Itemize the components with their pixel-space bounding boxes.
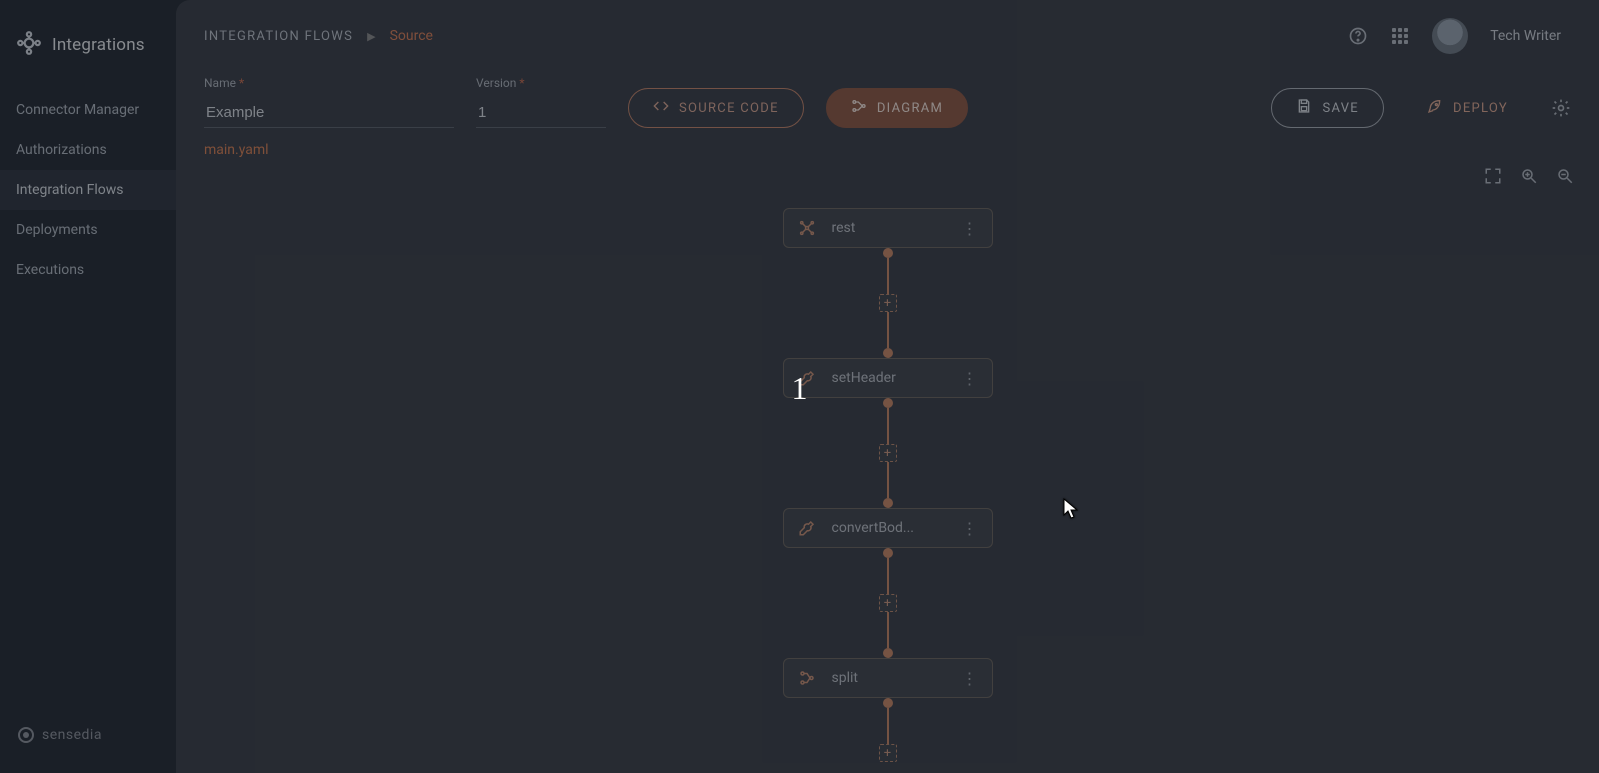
source-code-button[interactable]: SOURCE CODE (628, 88, 804, 128)
file-tab-label: main.yaml (204, 142, 269, 158)
flow-connector (887, 612, 889, 648)
flow-port[interactable] (883, 548, 893, 558)
wrench-icon (798, 369, 816, 387)
flow: rest ⋮ + setHeader ⋮ + (783, 208, 993, 762)
help-icon[interactable] (1348, 26, 1368, 46)
sidebar: Integrations Connector Manager Authoriza… (0, 0, 176, 773)
save-button[interactable]: SAVE (1271, 88, 1384, 128)
breadcrumb-root[interactable]: INTEGRATION FLOWS (204, 29, 353, 44)
flow-connector (887, 462, 889, 498)
app-root: Integrations Connector Manager Authoriza… (0, 0, 1599, 773)
code-icon (653, 98, 669, 118)
chevron-right-icon: ▶ (367, 30, 375, 43)
name-field: Name* (204, 76, 454, 128)
add-step-button[interactable]: + (879, 594, 897, 612)
version-input[interactable] (476, 98, 606, 128)
deploy-button[interactable]: DEPLOY (1402, 88, 1533, 128)
wrench-icon (798, 519, 816, 537)
sidebar-item-label: Authorizations (16, 142, 107, 158)
form-row-right: SAVE DEPLOY (1271, 88, 1571, 128)
flow-node-split[interactable]: split ⋮ (783, 658, 993, 698)
sidebar-item-label: Connector Manager (16, 102, 139, 118)
flow-port[interactable] (883, 698, 893, 708)
product-logo: Integrations (0, 20, 176, 90)
flow-connector (887, 708, 889, 744)
flow-port[interactable] (883, 498, 893, 508)
file-tab[interactable]: main.yaml (176, 128, 1599, 158)
add-step-button[interactable]: + (879, 294, 897, 312)
zoom-out-icon[interactable] (1555, 166, 1575, 186)
save-icon (1296, 98, 1312, 118)
diagram-canvas[interactable]: rest ⋮ + setHeader ⋮ + (176, 158, 1599, 773)
flow-connector (887, 258, 889, 294)
add-step-button[interactable]: + (879, 444, 897, 462)
sidebar-item-authorizations[interactable]: Authorizations (0, 130, 176, 170)
topbar: INTEGRATION FLOWS ▶ Source Tech Writer (176, 0, 1599, 54)
flow-node-label: split (826, 670, 948, 686)
version-field: Version* (476, 76, 606, 128)
sidebar-footer-brand: sensedia (0, 713, 176, 773)
deploy-icon (1427, 98, 1443, 118)
add-step-button[interactable]: + (879, 744, 897, 762)
flow-node-label: convertBod... (826, 520, 948, 536)
flow-connector (887, 558, 889, 594)
flow-port[interactable] (883, 398, 893, 408)
brand-text: sensedia (42, 727, 102, 743)
flow-port[interactable] (883, 248, 893, 258)
version-label: Version* (476, 76, 606, 90)
diagram-icon (851, 98, 867, 118)
flow-node-setheader[interactable]: setHeader ⋮ (783, 358, 993, 398)
breadcrumb-current: Source (390, 28, 433, 44)
logo-icon (16, 30, 42, 60)
canvas-tools (1483, 166, 1575, 186)
flow-node-rest[interactable]: rest ⋮ (783, 208, 993, 248)
sidebar-item-executions[interactable]: Executions (0, 250, 176, 290)
flow-port[interactable] (883, 648, 893, 658)
save-label: SAVE (1322, 101, 1359, 116)
sidebar-item-label: Integration Flows (16, 182, 124, 198)
diagram-button[interactable]: DIAGRAM (826, 88, 968, 128)
product-name: Integrations (52, 35, 145, 55)
main-panel: INTEGRATION FLOWS ▶ Source Tech Writer N… (176, 0, 1599, 773)
apps-icon[interactable] (1390, 26, 1410, 46)
username: Tech Writer (1490, 28, 1561, 44)
kebab-menu-icon[interactable]: ⋮ (958, 519, 982, 538)
name-label: Name* (204, 76, 454, 90)
zoom-in-icon[interactable] (1519, 166, 1539, 186)
source-code-label: SOURCE CODE (679, 101, 779, 116)
form-row: Name* Version* SOURCE CODE D (176, 54, 1599, 128)
flow-node-label: setHeader (826, 370, 948, 386)
avatar[interactable] (1432, 18, 1468, 54)
kebab-menu-icon[interactable]: ⋮ (958, 369, 982, 388)
name-label-text: Name (204, 76, 236, 90)
flow-node-label: rest (826, 220, 948, 236)
flow-port[interactable] (883, 348, 893, 358)
sidebar-item-deployments[interactable]: Deployments (0, 210, 176, 250)
version-label-text: Version (476, 76, 516, 90)
sidebar-item-connector-manager[interactable]: Connector Manager (0, 90, 176, 130)
flow-node-convertbody[interactable]: convertBod... ⋮ (783, 508, 993, 548)
flow-connector (887, 312, 889, 348)
brand-icon (18, 727, 34, 743)
sidebar-item-label: Deployments (16, 222, 98, 238)
topbar-right: Tech Writer (1348, 18, 1571, 54)
sidebar-item-label: Executions (16, 262, 84, 278)
diagram-label: DIAGRAM (877, 101, 943, 116)
kebab-menu-icon[interactable]: ⋮ (958, 669, 982, 688)
fit-view-icon[interactable] (1483, 166, 1503, 186)
gear-icon[interactable] (1551, 98, 1571, 118)
branch-icon (798, 669, 816, 687)
kebab-menu-icon[interactable]: ⋮ (958, 219, 982, 238)
flow-connector (887, 408, 889, 444)
hub-icon (798, 219, 816, 237)
sidebar-item-integration-flows[interactable]: Integration Flows (0, 170, 176, 210)
name-input[interactable] (204, 98, 454, 128)
deploy-label: DEPLOY (1453, 101, 1508, 116)
